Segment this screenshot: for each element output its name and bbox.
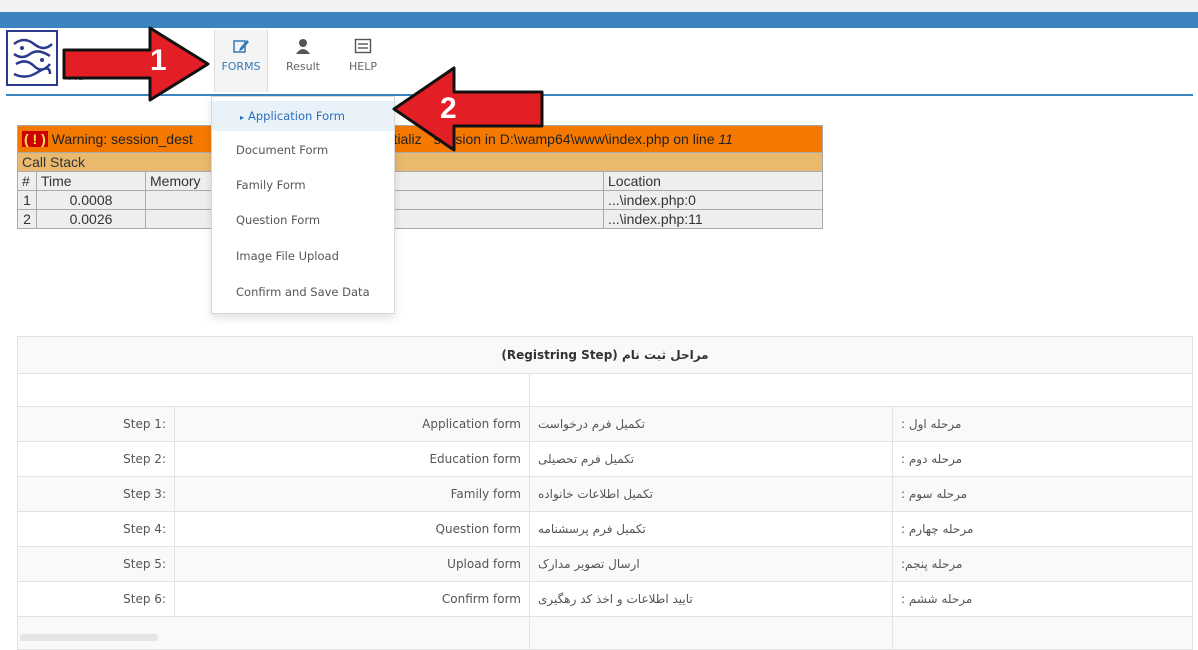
step-row: Step 6: Confirm form تایید اطلاعات و اخذ… — [17, 581, 1193, 617]
registration-steps-table: مراحل ثبت نام (Registring Step) Step 1: … — [17, 336, 1193, 650]
steps-title: مراحل ثبت نام (Registring Step) — [17, 336, 1193, 374]
horizontal-scrollbar[interactable] — [20, 634, 158, 641]
step-row: Step 5: Upload form ارسال تصویر مدارک مر… — [17, 546, 1193, 582]
call-stack-heading: Call Stack — [17, 152, 823, 172]
menu-item-confirm-save[interactable]: Confirm and Save Data — [212, 277, 394, 307]
warning-badge: ( ! ) — [22, 131, 48, 147]
top-strip — [0, 0, 1198, 12]
stack-row: 1 0.0008 ...\index.php:0 — [17, 190, 823, 210]
nav-help-label: HELP — [349, 60, 377, 73]
col-time: Time — [36, 171, 146, 191]
menu-item-application-form[interactable]: ▸ Application Form — [212, 101, 394, 131]
nav-result-label: Result — [286, 60, 320, 73]
user-icon — [296, 39, 310, 54]
site-logo[interactable] — [6, 30, 58, 86]
caret-right-icon: ▸ — [240, 113, 245, 122]
menu-item-image-file-upload[interactable]: Image File Upload — [212, 241, 394, 271]
stack-row: 2 0.0026 y ( ) ...\index.php:11 — [17, 209, 823, 229]
nav-result[interactable]: Result — [280, 30, 326, 92]
step-row: Step 1: Application form تکمیل فرم درخوا… — [17, 406, 1193, 442]
menu-item-document-form[interactable]: Document Form — [212, 135, 394, 165]
forms-dropdown-menu: ▸ Application Form Document Form Family F… — [211, 96, 395, 314]
callout-number-1: 1 — [150, 44, 167, 77]
menu-item-question-form[interactable]: Question Form — [212, 205, 394, 235]
step-row: Step 3: Family form تکمیل اطلاعات خانواد… — [17, 476, 1193, 512]
nav-help[interactable]: HELP — [342, 30, 384, 92]
step-row: Step 4: Question form تکمیل فرم پرسشنامه… — [17, 511, 1193, 547]
annotation-arrow-1 — [62, 26, 210, 102]
callout-number-2: 2 — [440, 92, 457, 125]
annotation-arrow-2 — [392, 66, 544, 152]
col-location: Location — [603, 171, 823, 191]
col-num: # — [17, 171, 37, 191]
menu-item-family-form[interactable]: Family Form — [212, 170, 394, 200]
list-icon — [354, 38, 372, 54]
nav-forms-label: FORMS — [221, 60, 261, 73]
edit-icon — [233, 40, 249, 53]
step-row: Step 2: Education form تکمیل فرم تحصیلی … — [17, 441, 1193, 477]
nav-forms[interactable]: FORMS — [214, 30, 268, 92]
